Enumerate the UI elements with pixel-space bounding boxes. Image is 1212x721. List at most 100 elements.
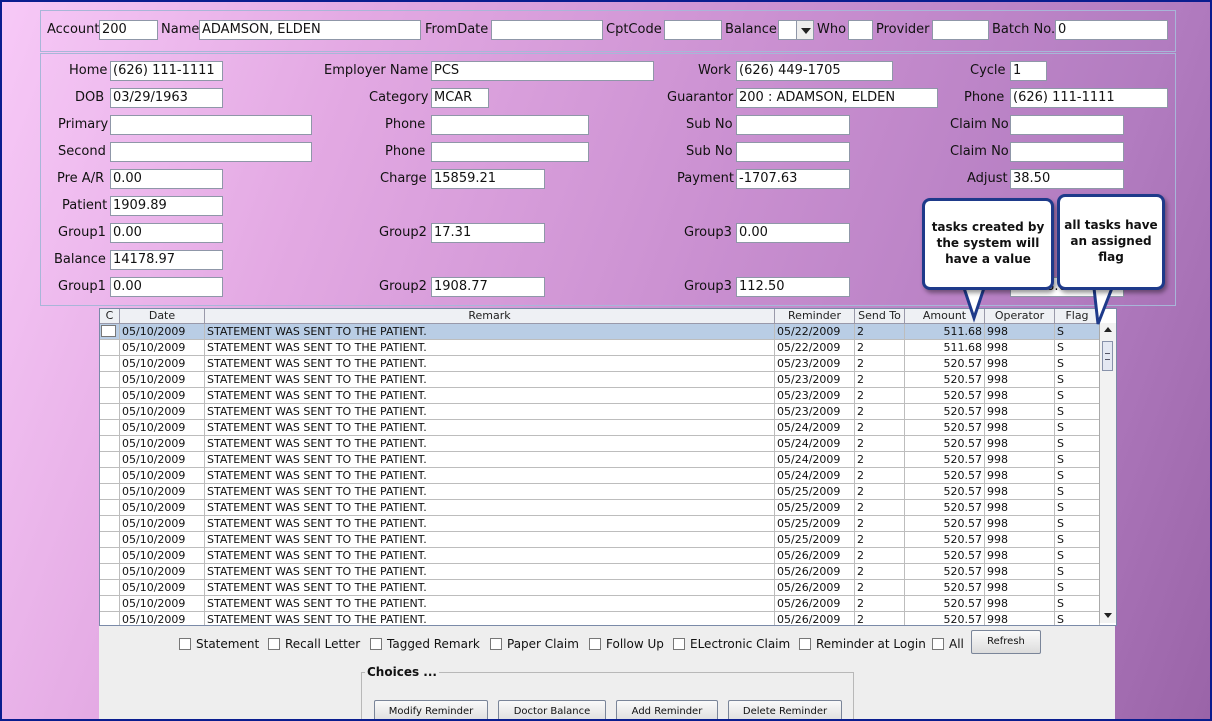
statement-checkbox[interactable]: Statement bbox=[179, 636, 259, 652]
phone-field[interactable]: (626) 111-1111 bbox=[1010, 88, 1168, 108]
name-field[interactable]: ADAMSON, ELDEN bbox=[199, 20, 421, 40]
cell-flag: S bbox=[1055, 564, 1100, 579]
group1-b-field[interactable]: 0.00 bbox=[110, 277, 223, 297]
home-field[interactable]: (626) 111-1111 bbox=[110, 61, 223, 81]
cell-sendto: 2 bbox=[855, 420, 905, 435]
col-flag[interactable]: Flag bbox=[1055, 309, 1100, 323]
cell-reminder: 05/26/2009 bbox=[775, 564, 855, 579]
modify-reminder-button[interactable]: Modify Reminder bbox=[374, 700, 488, 719]
table-row[interactable]: 05/10/2009 STATEMENT WAS SENT TO THE PATI… bbox=[100, 404, 1100, 420]
table-row[interactable]: 05/10/2009 STATEMENT WAS SENT TO THE PATI… bbox=[100, 468, 1100, 484]
table-row[interactable]: 05/10/2009 STATEMENT WAS SENT TO THE PATI… bbox=[100, 372, 1100, 388]
scroll-up-icon[interactable] bbox=[1100, 323, 1116, 337]
col-sendto[interactable]: Send To bbox=[855, 309, 905, 323]
col-remark[interactable]: Remark bbox=[205, 309, 775, 323]
refresh-button[interactable]: Refresh bbox=[971, 630, 1041, 654]
table-row[interactable]: 05/10/2009 STATEMENT WAS SENT TO THE PATI… bbox=[100, 596, 1100, 612]
followup-checkbox[interactable]: Follow Up bbox=[589, 636, 664, 652]
charge-field[interactable]: 15859.21 bbox=[431, 169, 545, 189]
reminder-login-checkbox[interactable]: Reminder at Login bbox=[799, 636, 926, 652]
scroll-thumb[interactable] bbox=[1102, 341, 1113, 371]
recall-checkbox[interactable]: Recall Letter bbox=[268, 636, 360, 652]
second-claimno-field[interactable] bbox=[1010, 142, 1124, 162]
col-c[interactable]: C bbox=[100, 309, 120, 323]
checkbox-icon[interactable] bbox=[179, 638, 191, 650]
category-field[interactable]: MCAR bbox=[431, 88, 489, 108]
cell-remark: STATEMENT WAS SENT TO THE PATIENT. bbox=[205, 356, 775, 371]
table-row[interactable]: 05/10/2009 STATEMENT WAS SENT TO THE PATI… bbox=[100, 564, 1100, 580]
checkbox-icon[interactable] bbox=[490, 638, 502, 650]
checkbox-icon[interactable] bbox=[932, 638, 944, 650]
table-row[interactable]: 05/10/2009 STATEMENT WAS SENT TO THE PATI… bbox=[100, 340, 1100, 356]
cell-flag: S bbox=[1055, 372, 1100, 387]
cell-flag: S bbox=[1055, 404, 1100, 419]
primary-field[interactable] bbox=[110, 115, 312, 135]
batch-field[interactable]: 0 bbox=[1055, 20, 1168, 40]
doctor-balance-button[interactable]: Doctor Balance bbox=[498, 700, 606, 719]
checkbox-icon[interactable] bbox=[101, 325, 116, 337]
checkbox-icon[interactable] bbox=[589, 638, 601, 650]
checkbox-icon[interactable] bbox=[673, 638, 685, 650]
checkbox-icon[interactable] bbox=[268, 638, 280, 650]
table-row[interactable]: 05/10/2009 STATEMENT WAS SENT TO THE PATI… bbox=[100, 548, 1100, 564]
provider-field[interactable] bbox=[932, 20, 989, 40]
reminder-table[interactable]: C Date Remark Reminder Send To Amount Op… bbox=[99, 308, 1117, 626]
col-amount[interactable]: Amount bbox=[905, 309, 985, 323]
add-reminder-button[interactable]: Add Reminder bbox=[616, 700, 718, 719]
dob-field[interactable]: 03/29/1963 bbox=[110, 88, 223, 108]
patient-field[interactable]: 1909.89 bbox=[110, 196, 223, 216]
second-field[interactable] bbox=[110, 142, 312, 162]
checkbox-icon[interactable] bbox=[799, 638, 811, 650]
fromdate-field[interactable] bbox=[491, 20, 603, 40]
table-row[interactable]: 05/10/2009 STATEMENT WAS SENT TO THE PATI… bbox=[100, 484, 1100, 500]
adjust-field[interactable]: 38.50 bbox=[1010, 169, 1124, 189]
paper-checkbox[interactable]: Paper Claim bbox=[490, 636, 579, 652]
cptcode-field[interactable] bbox=[664, 20, 722, 40]
chevron-down-icon[interactable] bbox=[796, 20, 814, 40]
group1-field[interactable]: 0.00 bbox=[110, 223, 223, 243]
second-phone-field[interactable] bbox=[431, 142, 589, 162]
who-field[interactable] bbox=[848, 20, 873, 40]
col-date[interactable]: Date bbox=[120, 309, 205, 323]
cell-flag: S bbox=[1055, 388, 1100, 403]
prear-field[interactable]: 0.00 bbox=[110, 169, 223, 189]
col-operator[interactable]: Operator bbox=[985, 309, 1055, 323]
balance-field[interactable]: 14178.97 bbox=[110, 250, 223, 270]
primary-phone-field[interactable] bbox=[431, 115, 589, 135]
all-checkbox[interactable]: All bbox=[932, 636, 964, 652]
electronic-checkbox[interactable]: ELectronic Claim bbox=[673, 636, 790, 652]
second-subno-field[interactable] bbox=[736, 142, 850, 162]
employer-field[interactable]: PCS bbox=[431, 61, 654, 81]
table-row[interactable]: 05/10/2009 STATEMENT WAS SENT TO THE PATI… bbox=[100, 436, 1100, 452]
cell-flag: S bbox=[1055, 516, 1100, 531]
group3-b-field[interactable]: 112.50 bbox=[736, 277, 850, 297]
primary-claimno-field[interactable] bbox=[1010, 115, 1124, 135]
delete-reminder-button[interactable]: Delete Reminder bbox=[728, 700, 842, 719]
balance-combo[interactable] bbox=[778, 20, 797, 40]
group2-field[interactable]: 17.31 bbox=[431, 223, 545, 243]
table-row[interactable]: 05/10/2009 STATEMENT WAS SENT TO THE PATI… bbox=[100, 356, 1100, 372]
guarantor-field[interactable]: 200 : ADAMSON, ELDEN bbox=[736, 88, 938, 108]
tagged-checkbox[interactable]: Tagged Remark bbox=[370, 636, 480, 652]
col-reminder[interactable]: Reminder bbox=[775, 309, 855, 323]
cycle-field[interactable]: 1 bbox=[1010, 61, 1047, 81]
table-row[interactable]: 05/10/2009 STATEMENT WAS SENT TO THE PATI… bbox=[100, 532, 1100, 548]
table-row[interactable]: 05/10/2009 STATEMENT WAS SENT TO THE PATI… bbox=[100, 420, 1100, 436]
primary-subno-field[interactable] bbox=[736, 115, 850, 135]
scroll-down-icon[interactable] bbox=[1100, 609, 1116, 623]
table-row[interactable]: 05/10/2009 STATEMENT WAS SENT TO THE PATI… bbox=[100, 452, 1100, 468]
cell-remark: STATEMENT WAS SENT TO THE PATIENT. bbox=[205, 580, 775, 595]
table-row[interactable]: 05/10/2009 STATEMENT WAS SENT TO THE PATI… bbox=[100, 324, 1100, 340]
group2-b-field[interactable]: 1908.77 bbox=[431, 277, 545, 297]
table-row[interactable]: 05/10/2009 STATEMENT WAS SENT TO THE PATI… bbox=[100, 612, 1100, 625]
checkbox-icon[interactable] bbox=[370, 638, 382, 650]
group3-field[interactable]: 0.00 bbox=[736, 223, 850, 243]
account-field[interactable]: 200 bbox=[99, 20, 158, 40]
table-row[interactable]: 05/10/2009 STATEMENT WAS SENT TO THE PATI… bbox=[100, 580, 1100, 596]
payment-field[interactable]: -1707.63 bbox=[736, 169, 850, 189]
table-row[interactable]: 05/10/2009 STATEMENT WAS SENT TO THE PATI… bbox=[100, 516, 1100, 532]
table-scrollbar[interactable] bbox=[1099, 323, 1116, 623]
table-row[interactable]: 05/10/2009 STATEMENT WAS SENT TO THE PATI… bbox=[100, 388, 1100, 404]
work-field[interactable]: (626) 449-1705 bbox=[736, 61, 893, 81]
table-row[interactable]: 05/10/2009 STATEMENT WAS SENT TO THE PATI… bbox=[100, 500, 1100, 516]
